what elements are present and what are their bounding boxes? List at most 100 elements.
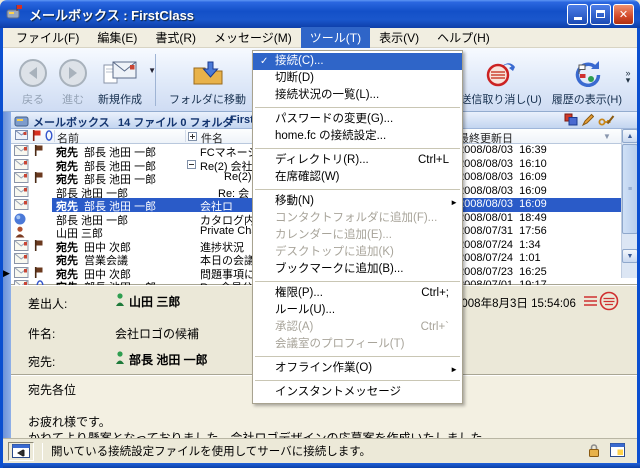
menu-item[interactable]: home.fc の接続設定... (253, 128, 462, 145)
scroll-down-button[interactable]: ▼ (622, 249, 638, 263)
menu-item: デスクトップに追加(K) (253, 244, 462, 261)
menu-item[interactable]: ブックマークに追加(B)... (253, 261, 462, 278)
menu-item[interactable]: オフライン作業(O)► (253, 360, 462, 377)
toolbar-separator (155, 54, 156, 106)
menu-item-label: パスワードの変更(G)... (275, 113, 393, 125)
vertical-scrollbar[interactable]: ▲ ≡ ▼ (621, 129, 637, 278)
menubar-item-view[interactable]: 表示(V) (370, 27, 428, 48)
window-title: メールボックス : FirstClass (29, 5, 567, 24)
attachment-column-icon[interactable] (45, 130, 53, 144)
menu-item[interactable]: 接続状況の一覧(L)... (253, 87, 462, 104)
back-icon (18, 57, 48, 89)
menu-item[interactable]: ディレクトリ(R)... Ctrl+L (253, 152, 462, 169)
to-value: 部長 池田 一郎 (115, 351, 208, 368)
menu-item: コンタクトフォルダに追加(F)... (253, 210, 462, 227)
properties-panel-icon[interactable] (610, 443, 625, 460)
row-subject: Private Cha (200, 225, 257, 237)
back-button: 戻る (13, 50, 53, 110)
titlebar: メールボックス : FirstClass ✕ (0, 0, 640, 28)
menu-item-label: コンタクトフォルダに追加(F)... (275, 212, 437, 224)
folder-move-icon (192, 57, 224, 89)
column-divider[interactable] (185, 130, 186, 142)
menubar-item-help[interactable]: ヘルプ(H) (428, 27, 499, 48)
collapse-box-icon[interactable] (187, 160, 196, 172)
toolbar-button-label: 新規作成 (98, 91, 142, 107)
minimize-button[interactable] (567, 4, 588, 25)
row-modified-date: 2008/08/03 16:09 (458, 171, 547, 183)
row-modified-date: 2008/08/03 16:09 (458, 198, 547, 210)
menu-item-label: ディレクトリ(R)... (275, 154, 369, 166)
person-icon (115, 293, 125, 310)
envelope-column-icon[interactable] (15, 130, 28, 143)
menu-item[interactable]: ルール(U)... (253, 302, 462, 319)
menu-item[interactable]: パスワードの変更(G)... (253, 111, 462, 128)
menu-separator (255, 189, 460, 190)
toggle-panel-icon[interactable] (8, 442, 34, 461)
pane-splitter[interactable]: ▶ (3, 112, 11, 438)
menubar-item-message[interactable]: メッセージ(M) (205, 27, 301, 48)
dropdown-arrow-icon[interactable]: ▼ (148, 66, 156, 75)
row-modified-date: 2008/08/03 16:09 (458, 185, 547, 197)
menu-item-label: ブックマークに追加(B)... (275, 263, 403, 275)
toolbar-overflow-chevron[interactable]: »▾ (621, 70, 635, 84)
column-divider[interactable] (54, 130, 55, 142)
row-modified-date: 2008/07/23 16:25 (458, 266, 547, 278)
menu-item[interactable]: 切断(D) (253, 70, 462, 87)
scroll-thumb[interactable]: ≡ (622, 144, 638, 234)
menu-item-label: ルール(U)... (275, 304, 335, 316)
key-pencil-icon[interactable] (598, 113, 615, 129)
lock-icon[interactable] (588, 443, 600, 460)
menu-item-label: カレンダーに追加(E)... (275, 229, 392, 241)
new-message-button[interactable]: 新規作成▼ (93, 50, 147, 110)
menu-item: 会議室のプロフィール(T) (253, 336, 462, 353)
menu-shortcut: Ctrl+L (418, 152, 449, 169)
subject-label: 件名: (28, 325, 55, 342)
menu-separator (255, 356, 460, 357)
unsend-button[interactable]: 送信取り消し(U) (455, 50, 546, 110)
menu-shortcut: Ctrl+` (421, 319, 449, 336)
plus-box-icon[interactable] (188, 132, 197, 144)
history-icon (570, 57, 604, 89)
row-modified-date: 2008/08/01 18:49 (458, 212, 547, 224)
row-modified-date: 2008/07/31 17:56 (458, 225, 547, 237)
forward-icon (58, 57, 88, 89)
menu-item: 承認(A)Ctrl+` (253, 319, 462, 336)
menu-item[interactable]: 在席確認(W) (253, 169, 462, 186)
menu-item[interactable]: ✓ 接続(C)... (253, 53, 462, 70)
menu-item[interactable]: 移動(N)► (253, 193, 462, 210)
show-history-button[interactable]: 履歴の表示(H) (547, 50, 627, 110)
menu-item-label: 接続状況の一覧(L)... (275, 89, 379, 101)
flag-column-icon[interactable] (32, 130, 41, 144)
sort-desc-icon[interactable]: ▼ (603, 132, 611, 141)
menu-item-label: 接続(C)... (275, 55, 324, 67)
menu-item: カレンダーに追加(E)... (253, 227, 462, 244)
submenu-arrow-icon: ► (450, 194, 458, 211)
menubar-item-tools[interactable]: ツール(T) (301, 27, 370, 48)
menu-shortcut: Ctrl+; (421, 285, 449, 302)
pane-counts: 14 ファイル 0 フォルダ (118, 114, 234, 130)
splitter-arrow-icon[interactable]: ▶ (3, 268, 10, 279)
menu-item[interactable]: 権限(P)...Ctrl+; (253, 285, 462, 302)
move-to-folder-button[interactable]: フォルダに移動 (164, 50, 251, 110)
checkmark-icon: ✓ (260, 53, 268, 70)
row-modified-date: 2008/07/24 1:34 (458, 239, 541, 251)
scroll-up-button[interactable]: ▲ (622, 129, 638, 143)
menu-separator (255, 380, 460, 381)
maximize-button[interactable] (590, 4, 611, 25)
window-border-left (0, 28, 3, 468)
menu-item-label: 在席確認(W) (275, 171, 340, 183)
row-modified-date: 2008/07/24 1:01 (458, 252, 541, 264)
menubar-item-edit[interactable]: 編集(E) (88, 27, 146, 48)
layers-icon[interactable] (564, 113, 578, 129)
close-button[interactable]: ✕ (613, 4, 634, 25)
pane-trail-text: First (230, 114, 254, 126)
menubar-item-file[interactable]: ファイル(F) (7, 27, 88, 48)
toolbar-button-label: 戻る (22, 91, 44, 107)
pencil-icon[interactable] (582, 113, 594, 129)
menubar-item-format[interactable]: 書式(R) (146, 27, 205, 48)
toolbar-button-label: フォルダに移動 (169, 91, 246, 107)
firstclass-window: メールボックス : FirstClass ✕ ファイル(F)編集(E)書式(R)… (0, 0, 640, 468)
menu-item[interactable]: インスタントメッセージ (253, 384, 462, 401)
person-icon (115, 351, 125, 368)
status-text: 開いている接続設定ファイルを使用してサーバに接続します。 (51, 443, 588, 459)
